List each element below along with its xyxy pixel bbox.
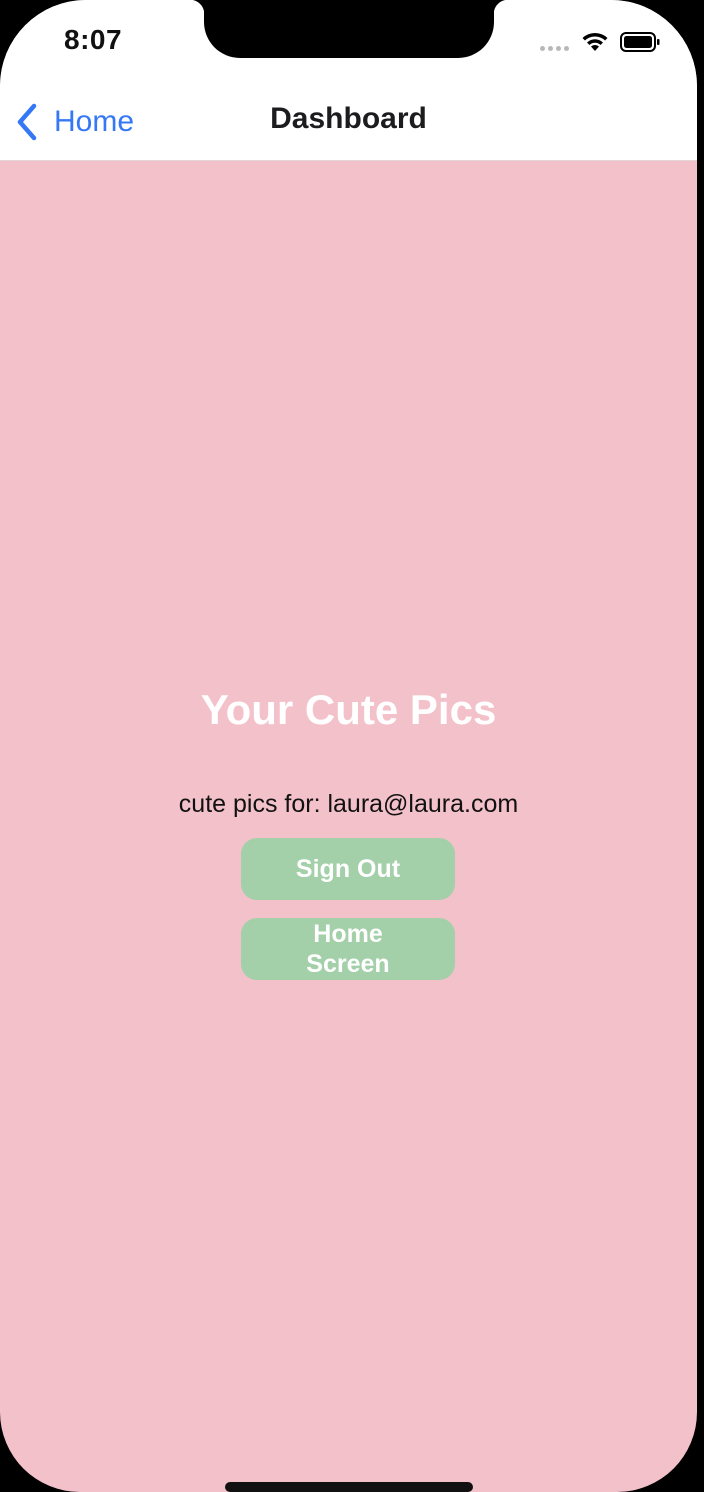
status-time: 8:07: [64, 24, 123, 55]
home-indicator[interactable]: [225, 1482, 473, 1492]
home-screen-button[interactable]: Home Screen: [241, 918, 455, 980]
battery-icon: [620, 32, 660, 52]
sign-out-button[interactable]: Sign Out: [241, 838, 455, 900]
wifi-icon: [582, 32, 608, 51]
home-screen-button-label: Home Screen: [306, 920, 390, 978]
phone-screen: 8:07 Home Dashboard Your Cute Pics cute …: [0, 0, 697, 1492]
navigation-header: 8:07 Home Dashboard: [0, 0, 697, 161]
cellular-signal-icon: [540, 46, 572, 52]
user-email-label: cute pics for: laura@laura.com: [178, 790, 519, 818]
sign-out-button-label: Sign Out: [295, 855, 401, 883]
device-notch: [190, 0, 508, 58]
section-title: Your Cute Pics: [200, 686, 497, 733]
page-title: Dashboard: [270, 102, 427, 135]
